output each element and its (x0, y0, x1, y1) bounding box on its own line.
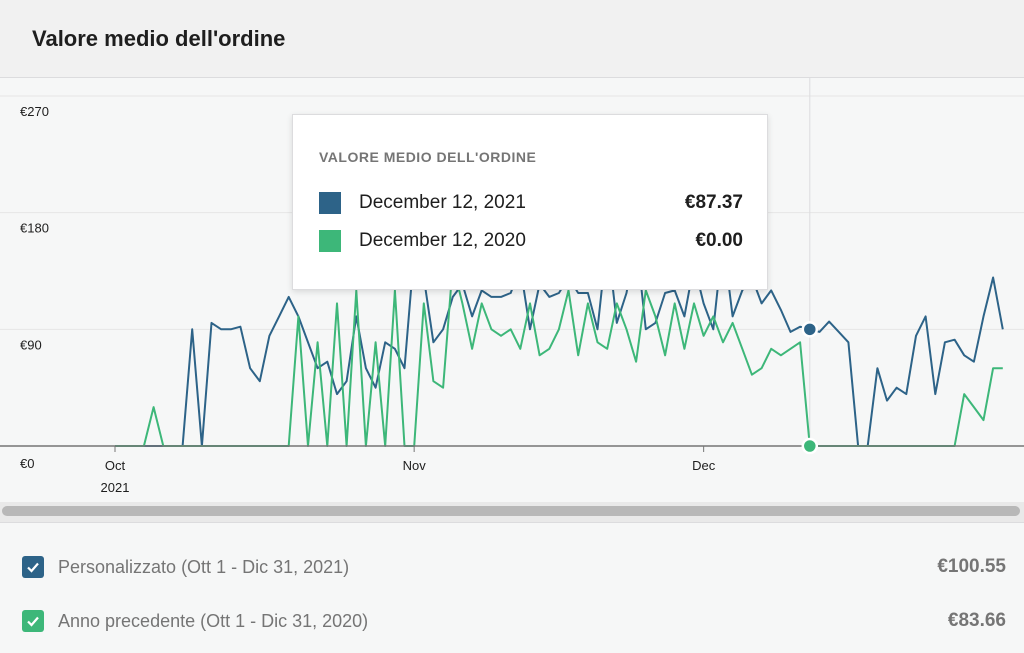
hover-point-current (801, 321, 819, 338)
x-tick-label: Dec (692, 458, 716, 473)
checkmark-icon (27, 616, 39, 627)
chart-scrollbar-thumb[interactable] (2, 506, 1020, 516)
legend-checkbox-previous[interactable] (22, 610, 44, 632)
legend-item-current[interactable]: Personalizzato (Ott 1 - Dic 31, 2021) €1… (22, 551, 1006, 583)
hover-point-previous (801, 437, 819, 455)
x-tick-label: Oct (105, 458, 126, 473)
chart-scrollbar[interactable] (0, 502, 1024, 523)
chart-header: Valore medio dell'ordine (0, 0, 1024, 78)
tooltip-row-previous: December 12, 2020 €0.00 (319, 227, 743, 255)
tooltip-value-previous: €0.00 (695, 230, 743, 251)
y-tick-label: €0 (20, 456, 34, 471)
legend-label-current: Personalizzato (Ott 1 - Dic 31, 2021) (58, 556, 350, 577)
legend-total-current: €100.55 (937, 556, 1006, 577)
legend-total-previous: €83.66 (947, 610, 1006, 631)
tooltip-value-current: €87.37 (684, 192, 743, 213)
legend-checkbox-current[interactable] (22, 556, 44, 578)
x-tick-sublabel: 2021 (101, 480, 130, 495)
tooltip-swatch-current (319, 192, 341, 214)
y-tick-label: €90 (20, 337, 42, 352)
chart-title: Valore medio dell'ordine (32, 26, 286, 51)
y-tick-label: €270 (20, 104, 49, 119)
legend-label-previous: Anno precedente (Ott 1 - Dic 31, 2020) (58, 610, 369, 631)
tooltip-date-current: December 12, 2021 (359, 192, 526, 213)
tooltip-row-current: December 12, 2021 €87.37 (319, 189, 743, 217)
chart-tooltip: VALORE MEDIO DELL'ORDINE December 12, 20… (292, 114, 768, 290)
checkmark-icon (27, 562, 39, 573)
chart-legend: Personalizzato (Ott 1 - Dic 31, 2021) €1… (0, 523, 1024, 653)
x-tick-label: Nov (403, 458, 427, 473)
legend-item-previous[interactable]: Anno precedente (Ott 1 - Dic 31, 2020) €… (22, 605, 1006, 637)
tooltip-date-previous: December 12, 2020 (359, 230, 526, 251)
y-tick-label: €180 (20, 221, 49, 236)
tooltip-title: VALORE MEDIO DELL'ORDINE (319, 149, 537, 165)
tooltip-swatch-previous (319, 230, 341, 252)
